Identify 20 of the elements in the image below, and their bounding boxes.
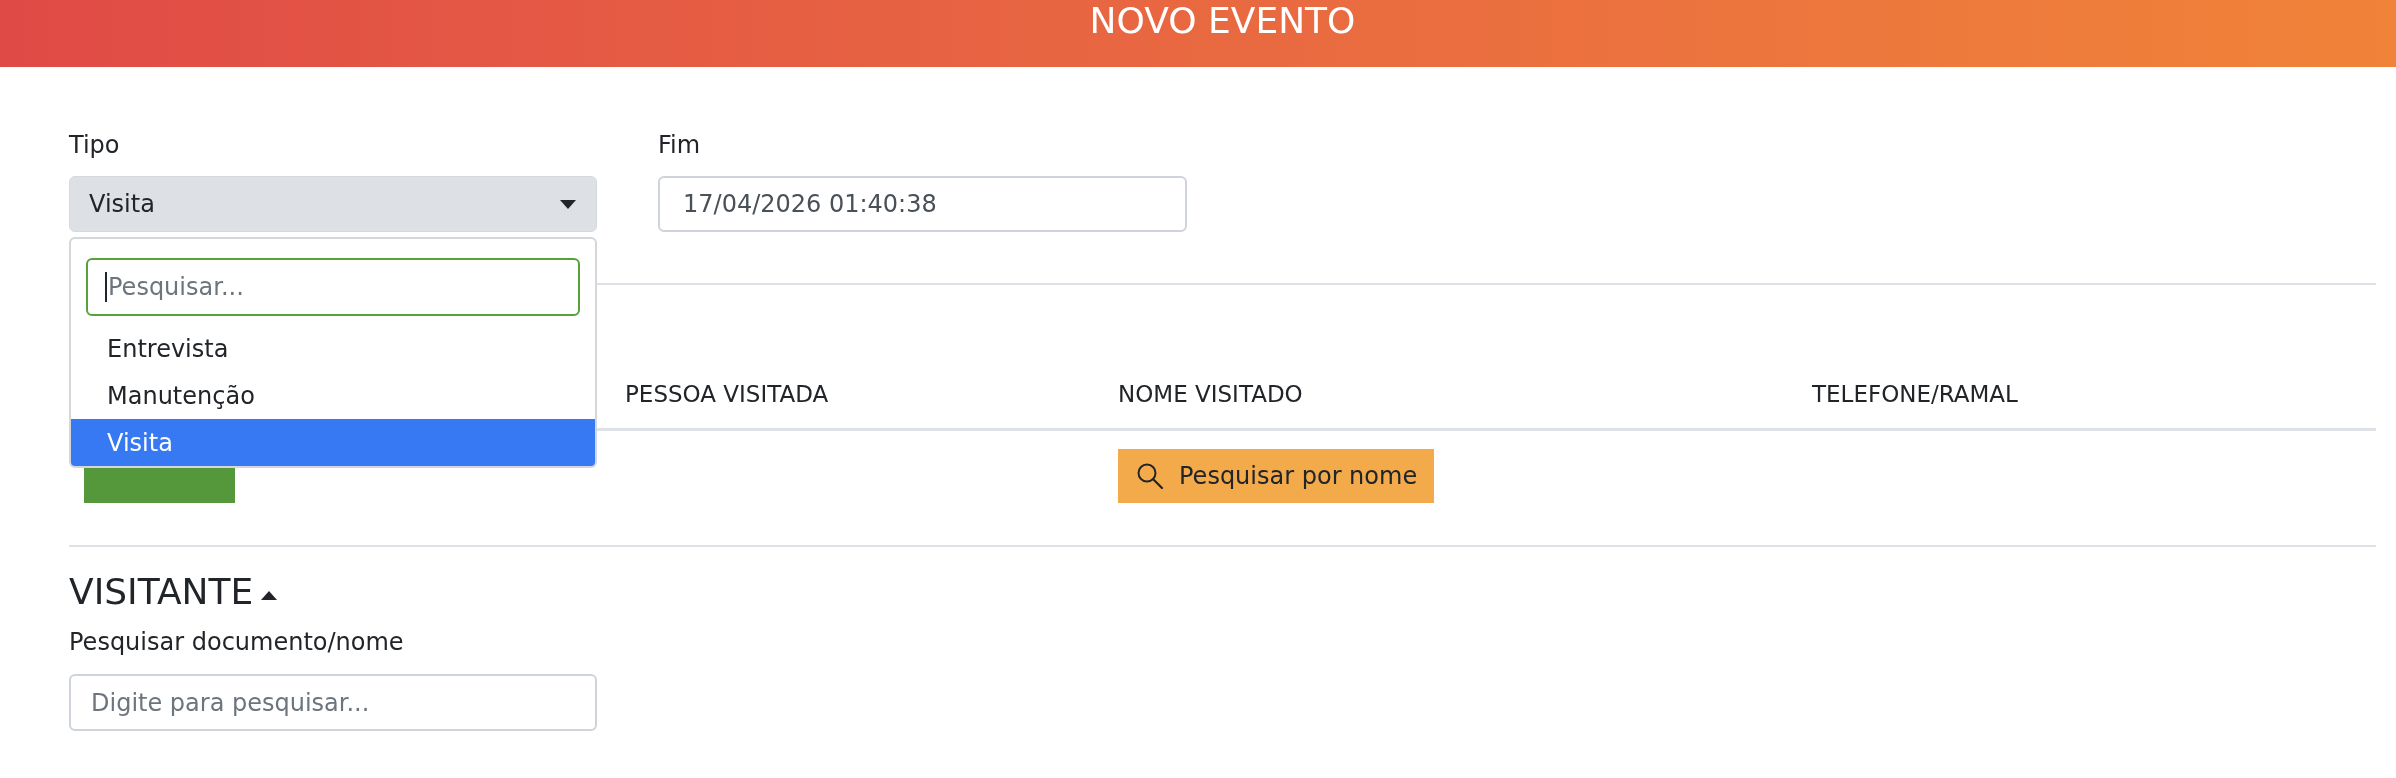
field-label: Fim	[658, 130, 702, 161]
text-cursor-icon	[105, 272, 107, 302]
date-time-field[interactable]: 17/04/2026 01:40:38	[658, 176, 1187, 232]
column-header: TELEFONE/RAMAL	[1811, 380, 2019, 409]
caret-up-icon[interactable]	[261, 590, 278, 600]
field-label: Pesquisar documento/nome	[69, 627, 405, 658]
section-title: VISITANTE	[69, 570, 254, 614]
search-by-name-button[interactable]: Pesquisar por nome	[1118, 449, 1435, 503]
search-field[interactable]: Digite para pesquisar...	[69, 674, 597, 731]
caret-down-icon	[560, 199, 576, 209]
dropdown-option[interactable]: Visita	[71, 419, 595, 466]
search-icon	[1137, 463, 1163, 489]
page-title: NOVO EVENTO	[1089, 0, 1356, 42]
dropdown-option[interactable]: Entrevista	[71, 325, 595, 372]
field-label: Tipo	[69, 130, 121, 161]
dropdown-option[interactable]: Manutenção	[71, 372, 595, 419]
column-header: PESSOA VISITADA	[624, 380, 830, 409]
type-select[interactable]: Visita	[69, 176, 597, 232]
search-field[interactable]: Pesquisar...	[86, 258, 580, 316]
column-header: NOME VISITADO	[1117, 380, 1304, 409]
